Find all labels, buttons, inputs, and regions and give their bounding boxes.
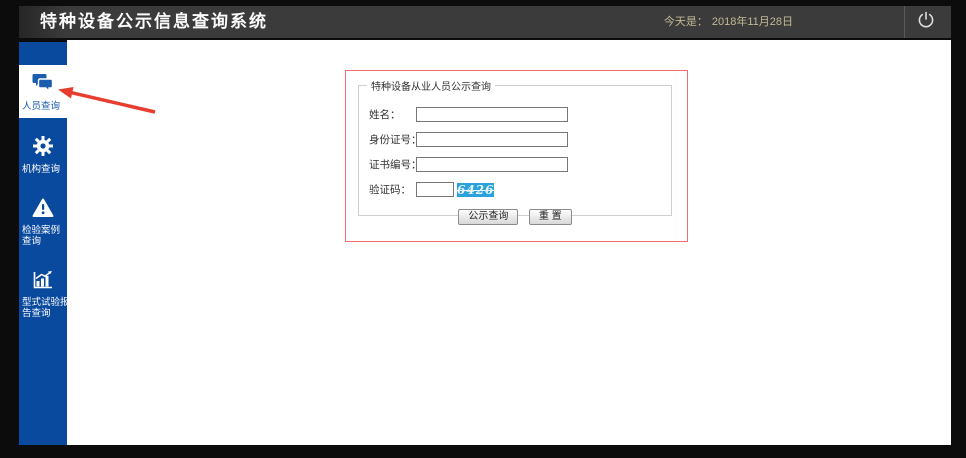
gear-icon bbox=[31, 135, 55, 162]
chat-bubbles-icon bbox=[31, 72, 55, 99]
warning-icon bbox=[31, 198, 55, 223]
form-row-id-number: 身份证号： bbox=[369, 132, 671, 147]
reset-button[interactable]: 重 置 bbox=[528, 209, 572, 225]
date-prefix: 今天是： bbox=[663, 16, 708, 28]
sidebar-item-organization-query[interactable]: 机构查询 bbox=[19, 128, 67, 181]
form-buttons-row: 公示查询 重 置 bbox=[359, 206, 671, 225]
power-icon bbox=[916, 10, 936, 35]
sidebar: 人员查询 机构查询 检验案例 查询 型式试验报 告查询 bbox=[19, 42, 70, 445]
personnel-query-form: 特种设备从业人员公示查询 姓名： 身份证号： 证书编号： 验证码： 6426 公… bbox=[358, 78, 672, 225]
sidebar-item-label-line2: 查询 bbox=[22, 236, 42, 247]
bar-chart-icon bbox=[31, 270, 55, 295]
logout-button[interactable] bbox=[904, 6, 946, 38]
date-value: 2018年11月28日 bbox=[711, 16, 793, 28]
cert-number-input[interactable] bbox=[416, 157, 568, 172]
sidebar-item-inspection-case-query[interactable]: 检验案例 查询 bbox=[19, 191, 67, 253]
sidebar-item-label-line2: 告查询 bbox=[22, 308, 51, 319]
sidebar-top-block bbox=[19, 42, 67, 65]
captcha-label: 验证码： bbox=[369, 184, 411, 196]
cert-number-label: 证书编号： bbox=[369, 159, 422, 171]
header-bar: 特种设备公示信息查询系统 今天是： 2018年11月28日 bbox=[19, 6, 951, 38]
sidebar-item-label: 人员查询 bbox=[22, 101, 61, 112]
sidebar-item-label: 机构查询 bbox=[22, 164, 61, 175]
screen: { "header": { "title": "特种设备公示信息查询系统", "… bbox=[0, 0, 966, 458]
name-input[interactable] bbox=[416, 107, 568, 122]
form-row-name: 姓名： bbox=[369, 107, 671, 122]
page-title: 特种设备公示信息查询系统 bbox=[40, 12, 268, 31]
public-query-button[interactable]: 公示查询 bbox=[458, 209, 519, 225]
current-date: 今天是： 2018年11月28日 bbox=[664, 6, 793, 38]
name-label: 姓名： bbox=[369, 109, 401, 121]
sidebar-item-label: 型式试验报 bbox=[22, 297, 70, 308]
id-number-input[interactable] bbox=[416, 132, 568, 147]
id-number-label: 身份证号： bbox=[369, 134, 422, 146]
sidebar-item-personnel-query[interactable]: 人员查询 bbox=[19, 65, 67, 118]
form-legend: 特种设备从业人员公示查询 bbox=[371, 82, 491, 93]
captcha-input[interactable] bbox=[416, 182, 454, 197]
sidebar-item-type-test-report-query[interactable]: 型式试验报 告查询 bbox=[19, 263, 70, 325]
form-row-captcha: 验证码： 6426 bbox=[369, 182, 671, 197]
form-row-cert-number: 证书编号： bbox=[369, 157, 671, 172]
captcha-image[interactable]: 6426 bbox=[457, 182, 494, 197]
sidebar-item-label: 检验案例 bbox=[22, 225, 61, 236]
